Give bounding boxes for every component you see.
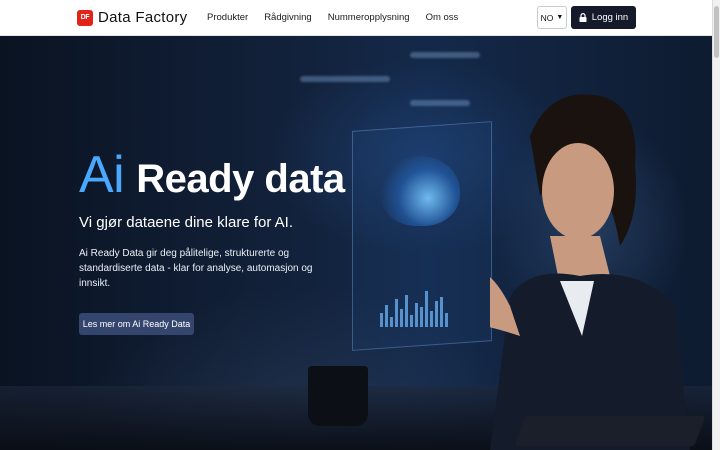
scrollbar[interactable] (712, 0, 720, 450)
language-select[interactable]: NO ▼ (537, 6, 567, 29)
main-nav: Produkter Rådgivning Nummeropplysning Om… (207, 12, 474, 23)
hologram-chart (380, 291, 450, 327)
chevron-down-icon: ▼ (556, 14, 564, 21)
ceiling-light (410, 100, 470, 106)
brain-hologram-icon (380, 156, 460, 226)
read-more-button[interactable]: Les mer om Ai Ready Data (79, 313, 194, 335)
hero-description: Ai Ready Data gir deg pålitelige, strukt… (79, 248, 313, 289)
scrollbar-thumb[interactable] (714, 6, 719, 58)
nav-item-om-oss[interactable]: Om oss (426, 12, 459, 23)
ceiling-light (410, 52, 480, 58)
logo-text: Data Factory (98, 9, 188, 26)
hero-title-ai: Ai (79, 146, 125, 204)
nav-item-radgivning[interactable]: Rådgivning (264, 12, 312, 23)
login-label: Logg inn (591, 12, 629, 23)
login-button[interactable]: Logg inn (571, 6, 636, 29)
woman-illustration (490, 94, 690, 450)
hero-title-rest: Ready data (136, 157, 345, 201)
hero-subtitle: Vi gjør dataene dine klare for AI. (79, 214, 294, 231)
laptop (514, 416, 706, 446)
coffee-cup (308, 366, 368, 426)
hero-title: Ai Ready data (79, 145, 345, 209)
logo-icon: DF (77, 9, 93, 26)
ceiling-light (300, 76, 390, 82)
language-value: NO (540, 12, 554, 23)
nav-item-nummeropplysning[interactable]: Nummeropplysning (328, 12, 410, 23)
lock-icon (579, 13, 587, 22)
site-header: DF Data Factory Produkter Rådgivning Num… (0, 0, 712, 36)
logo[interactable]: DF Data Factory (77, 9, 187, 26)
hero-section: Ai Ready data Vi gjør dataene dine klare … (0, 36, 712, 450)
nav-item-produkter[interactable]: Produkter (207, 12, 248, 23)
